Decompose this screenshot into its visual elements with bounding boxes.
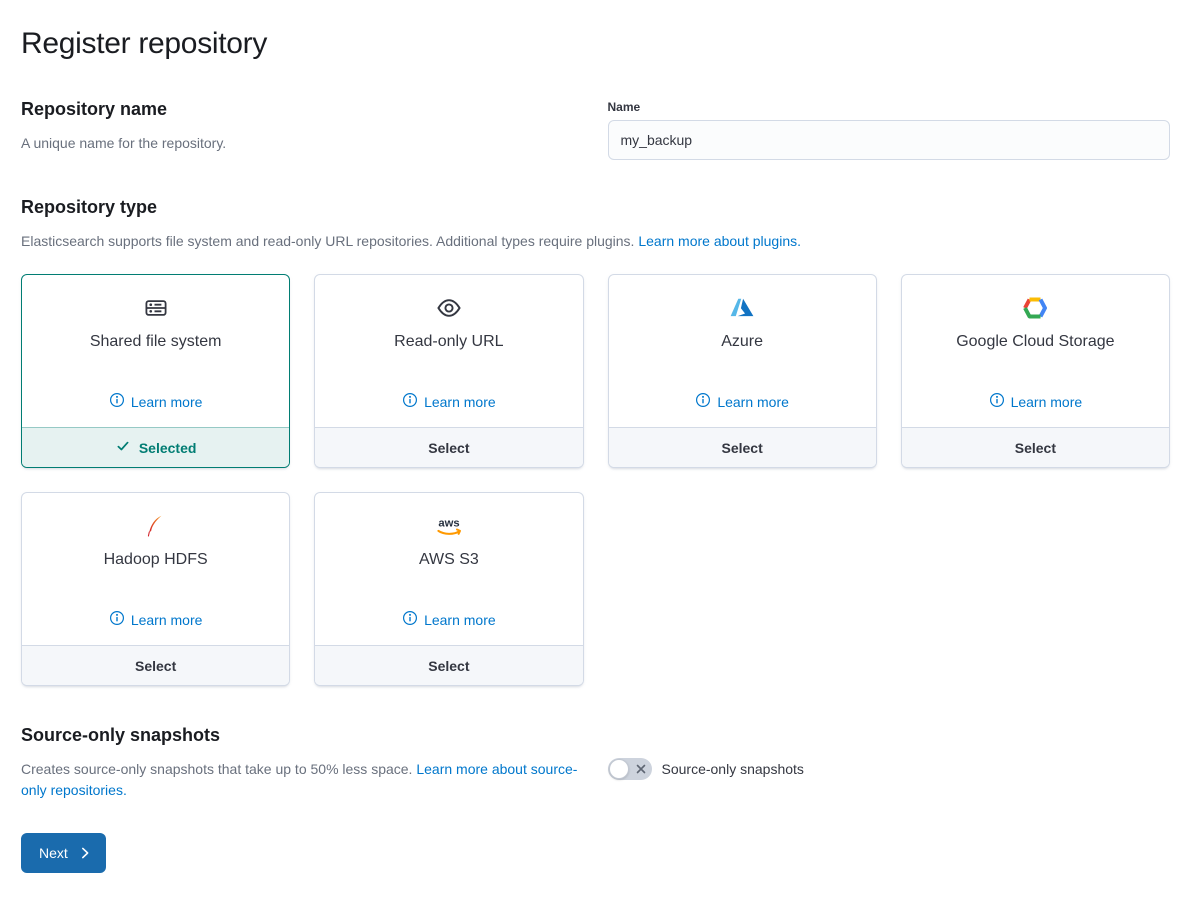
card-action-label: Selected [139,440,197,456]
select-button[interactable]: Select [609,427,876,467]
info-icon [695,392,711,411]
repository-type-section: Repository type Elasticsearch supports f… [21,194,1170,686]
google-cloud-icon [1023,293,1047,323]
learn-more-label: Learn more [1011,394,1083,410]
next-button[interactable]: Next [21,833,106,873]
repository-type-description-text: Elasticsearch supports file system and r… [21,233,634,249]
info-icon [989,392,1005,411]
repo-type-card-hadoop-hdfs[interactable]: Hadoop HDFS Learn more Select [21,492,290,686]
card-body: Shared file system Learn more [22,275,289,427]
learn-more-label: Learn more [424,612,496,628]
learn-more-label: Learn more [131,394,203,410]
card-action-label: Select [428,440,469,456]
repo-type-card-google-cloud-storage[interactable]: Google Cloud Storage Learn more Select [901,274,1170,468]
azure-icon [729,293,755,323]
repository-name-section: Repository name A unique name for the re… [21,96,1170,160]
storage-icon [144,293,168,323]
aws-icon: aws [434,511,464,541]
info-icon [109,610,125,629]
toggle-cross-icon [635,763,647,775]
toggle-thumb [609,759,629,779]
source-only-control-column: Source-only snapshots [608,722,1171,801]
repository-name-field-column: Name [608,96,1171,160]
repo-type-card-shared-file-system[interactable]: Shared file system Learn more Selected [21,274,290,468]
selected-indicator[interactable]: Selected [22,427,289,467]
card-body: Hadoop HDFS Learn more [22,493,289,645]
repository-name-input[interactable] [608,120,1171,160]
card-title: Shared file system [90,333,222,351]
repo-type-card-read-only-url[interactable]: Read-only URL Learn more Select [314,274,583,468]
select-button[interactable]: Select [902,427,1169,467]
learn-more-link[interactable]: Learn more [109,610,203,629]
learn-more-label: Learn more [717,394,789,410]
source-only-toggle[interactable] [608,758,652,780]
info-icon [402,610,418,629]
repository-type-cards: Shared file system Learn more Selected [21,274,1170,686]
card-body: Azure Learn more [609,275,876,427]
name-field-label: Name [608,100,1171,114]
learn-more-label: Learn more [424,394,496,410]
arrow-right-icon [78,846,92,860]
repository-type-description: Elasticsearch supports file system and r… [21,231,1170,252]
learn-more-link[interactable]: Learn more [402,610,496,629]
repository-name-heading: Repository name [21,96,584,123]
card-title: AWS S3 [419,551,479,569]
source-only-toggle-label[interactable]: Source-only snapshots [662,761,804,777]
eye-icon [436,293,462,323]
card-title: Azure [721,333,763,351]
next-button-label: Next [39,845,68,861]
repo-type-card-azure[interactable]: Azure Learn more Select [608,274,877,468]
page-title: Register repository [21,26,1170,62]
source-only-description: Creates source-only snapshots that take … [21,759,584,801]
card-body: Read-only URL Learn more [315,275,582,427]
repo-type-card-aws-s3[interactable]: aws AWS S3 Learn more Select [314,492,583,686]
check-icon [115,438,131,457]
register-repository-page: Register repository Repository name A un… [0,0,1192,897]
card-action-label: Select [1015,440,1056,456]
learn-more-link[interactable]: Learn more [695,392,789,411]
card-title: Read-only URL [394,333,503,351]
plugins-learn-more-link[interactable]: Learn more about plugins. [638,233,801,249]
card-title: Google Cloud Storage [956,333,1114,351]
select-button[interactable]: Select [22,645,289,685]
svg-text:aws: aws [438,517,459,529]
info-icon [109,392,125,411]
source-only-description-text: Creates source-only snapshots that take … [21,761,412,777]
card-body: aws AWS S3 Learn more [315,493,582,645]
repository-name-description: A unique name for the repository. [21,133,584,154]
hadoop-feather-icon [143,511,169,541]
learn-more-link[interactable]: Learn more [402,392,496,411]
info-icon [402,392,418,411]
card-action-label: Select [135,658,176,674]
repository-type-heading: Repository type [21,194,1170,221]
select-button[interactable]: Select [315,645,582,685]
learn-more-label: Learn more [131,612,203,628]
card-action-label: Select [722,440,763,456]
source-only-heading: Source-only snapshots [21,722,584,749]
card-body: Google Cloud Storage Learn more [902,275,1169,427]
source-only-section: Source-only snapshots Creates source-onl… [21,722,1170,801]
select-button[interactable]: Select [315,427,582,467]
source-only-toggle-row: Source-only snapshots [608,758,1171,780]
source-only-description-column: Source-only snapshots Creates source-onl… [21,722,584,801]
learn-more-link[interactable]: Learn more [989,392,1083,411]
learn-more-link[interactable]: Learn more [109,392,203,411]
card-title: Hadoop HDFS [104,551,208,569]
card-action-label: Select [428,658,469,674]
repository-name-description-column: Repository name A unique name for the re… [21,96,584,160]
